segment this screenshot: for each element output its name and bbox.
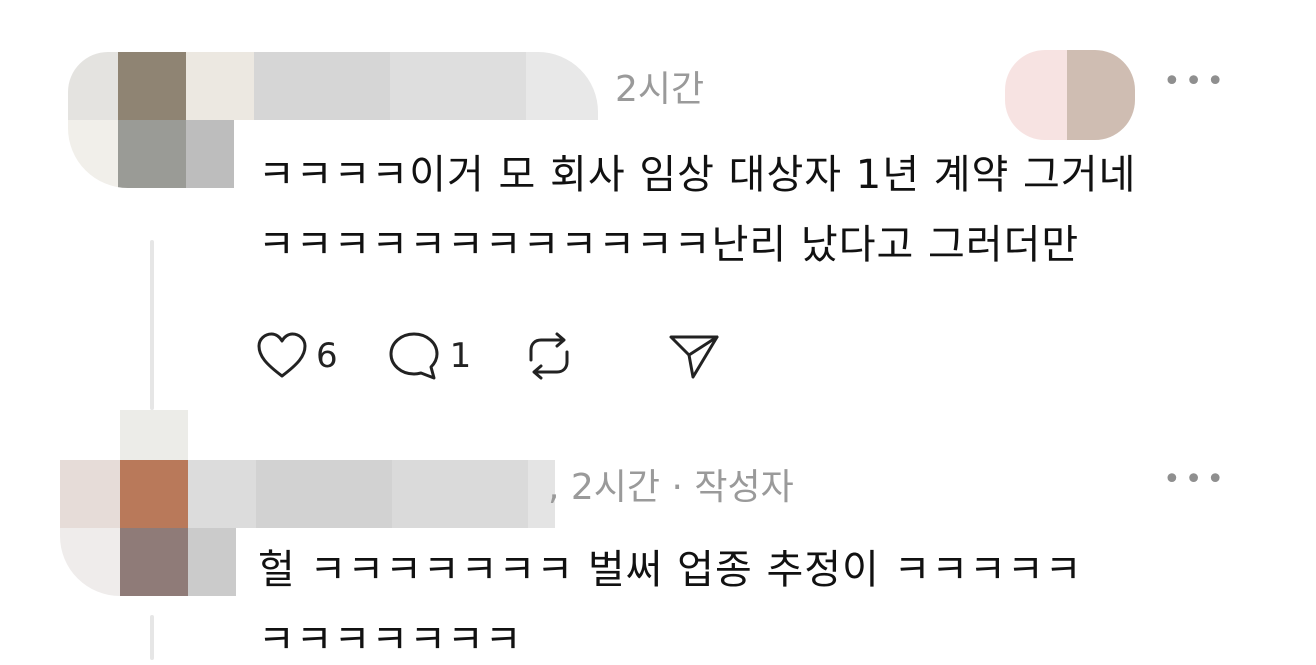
reply-button[interactable]: 1 (386, 331, 472, 381)
send-icon (667, 331, 721, 381)
avatar-blur-right (1005, 50, 1135, 140)
like-button[interactable]: 6 (256, 332, 338, 380)
more-options-button[interactable]: ••• (1163, 462, 1228, 497)
thread-line (150, 615, 154, 660)
post-actions: 6 1 (256, 330, 769, 382)
thread-line (150, 240, 154, 410)
repost-button[interactable] (519, 330, 579, 382)
post-body-line: ㅋㅋㅋㅋ이거 모 회사 임상 대상자 1년 계약 그거네 (258, 152, 1137, 198)
like-count: 6 (316, 336, 338, 376)
heart-icon (256, 332, 308, 380)
post-meta: 2시간 (615, 69, 705, 110)
post-body-line: ㅋㅋㅋㅋㅋㅋㅋ (258, 617, 523, 663)
reply-count: 1 (449, 336, 472, 376)
speech-bubble-icon (386, 331, 442, 381)
post-body-line: ㅋㅋㅋㅋㅋㅋㅋㅋㅋㅋㅋㅋ난리 났다고 그러더만 (258, 222, 1080, 268)
repost-icon (519, 330, 579, 382)
more-options-button[interactable]: ••• (1163, 64, 1228, 99)
share-button[interactable] (667, 331, 721, 381)
post-body-line: 헐 ㅋㅋㅋㅋㅋㅋㅋ 벌써 업종 추정이 ㅋㅋㅋㅋㅋ (258, 547, 1083, 593)
post-meta: , 2시간 · 작성자 (548, 467, 794, 508)
